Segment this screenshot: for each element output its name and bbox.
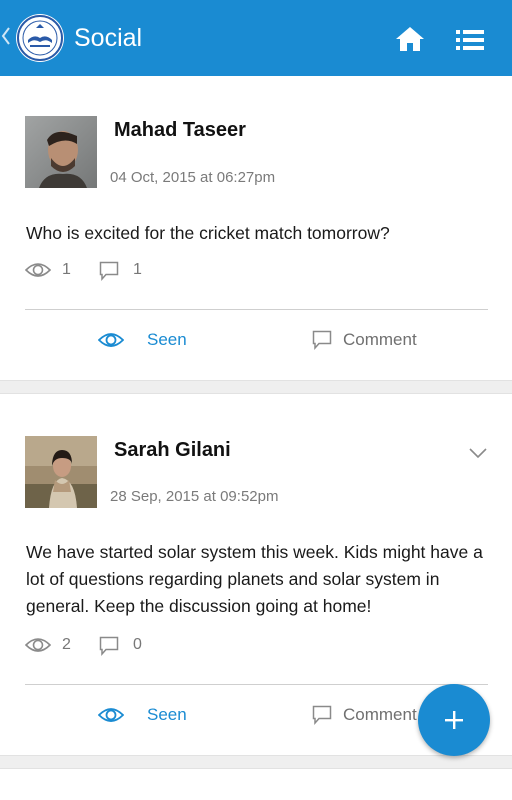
comment-button[interactable]: Comment: [312, 701, 432, 731]
comment-button[interactable]: Comment: [312, 326, 432, 356]
comments-count: 0: [133, 636, 142, 653]
eye-icon: [25, 638, 51, 652]
add-post-button[interactable]: [418, 684, 490, 756]
post-timestamp: 28 Sep, 2015 at 09:52pm: [110, 488, 279, 505]
chevron-down-icon[interactable]: [468, 446, 488, 460]
post-card: [0, 768, 512, 800]
home-icon[interactable]: [394, 25, 426, 53]
comment-label: Comment: [343, 705, 417, 724]
post-author[interactable]: Mahad Taseer: [114, 119, 246, 142]
avatar[interactable]: [25, 436, 97, 508]
seen-button[interactable]: Seen: [96, 326, 196, 356]
comment-label: Comment: [343, 330, 417, 349]
divider: [25, 309, 488, 310]
comment-icon: [99, 636, 119, 656]
post-card: Mahad Taseer 04 Oct, 2015 at 06:27pm Who…: [0, 76, 512, 381]
eye-icon: [98, 333, 124, 347]
comments-count: 1: [133, 261, 142, 278]
social-screen: Social Mahad Taseer 04 Oct, 2015 at 06:2…: [0, 0, 512, 800]
comment-icon: [99, 261, 119, 281]
page-title: Social: [74, 24, 143, 52]
views-count: 2: [62, 636, 71, 653]
list-menu-icon[interactable]: [454, 28, 486, 52]
seen-button[interactable]: Seen: [96, 701, 196, 731]
avatar[interactable]: [25, 116, 97, 188]
chevron-left-icon[interactable]: [1, 25, 11, 47]
post-author[interactable]: Sarah Gilani: [114, 439, 231, 462]
post-timestamp: 04 Oct, 2015 at 06:27pm: [110, 169, 276, 186]
comment-icon: [312, 705, 332, 725]
seen-label: Seen: [147, 705, 187, 724]
eye-icon: [25, 263, 51, 277]
post-text: We have started solar system this week. …: [26, 542, 483, 616]
school-logo[interactable]: [16, 14, 64, 62]
plus-icon: [445, 711, 463, 729]
eye-icon: [98, 708, 124, 722]
comment-icon: [312, 330, 332, 350]
views-count: 1: [62, 261, 71, 278]
seen-label: Seen: [147, 330, 187, 349]
post-text: Who is excited for the cricket match tom…: [26, 223, 390, 243]
app-bar: Social: [0, 0, 512, 76]
